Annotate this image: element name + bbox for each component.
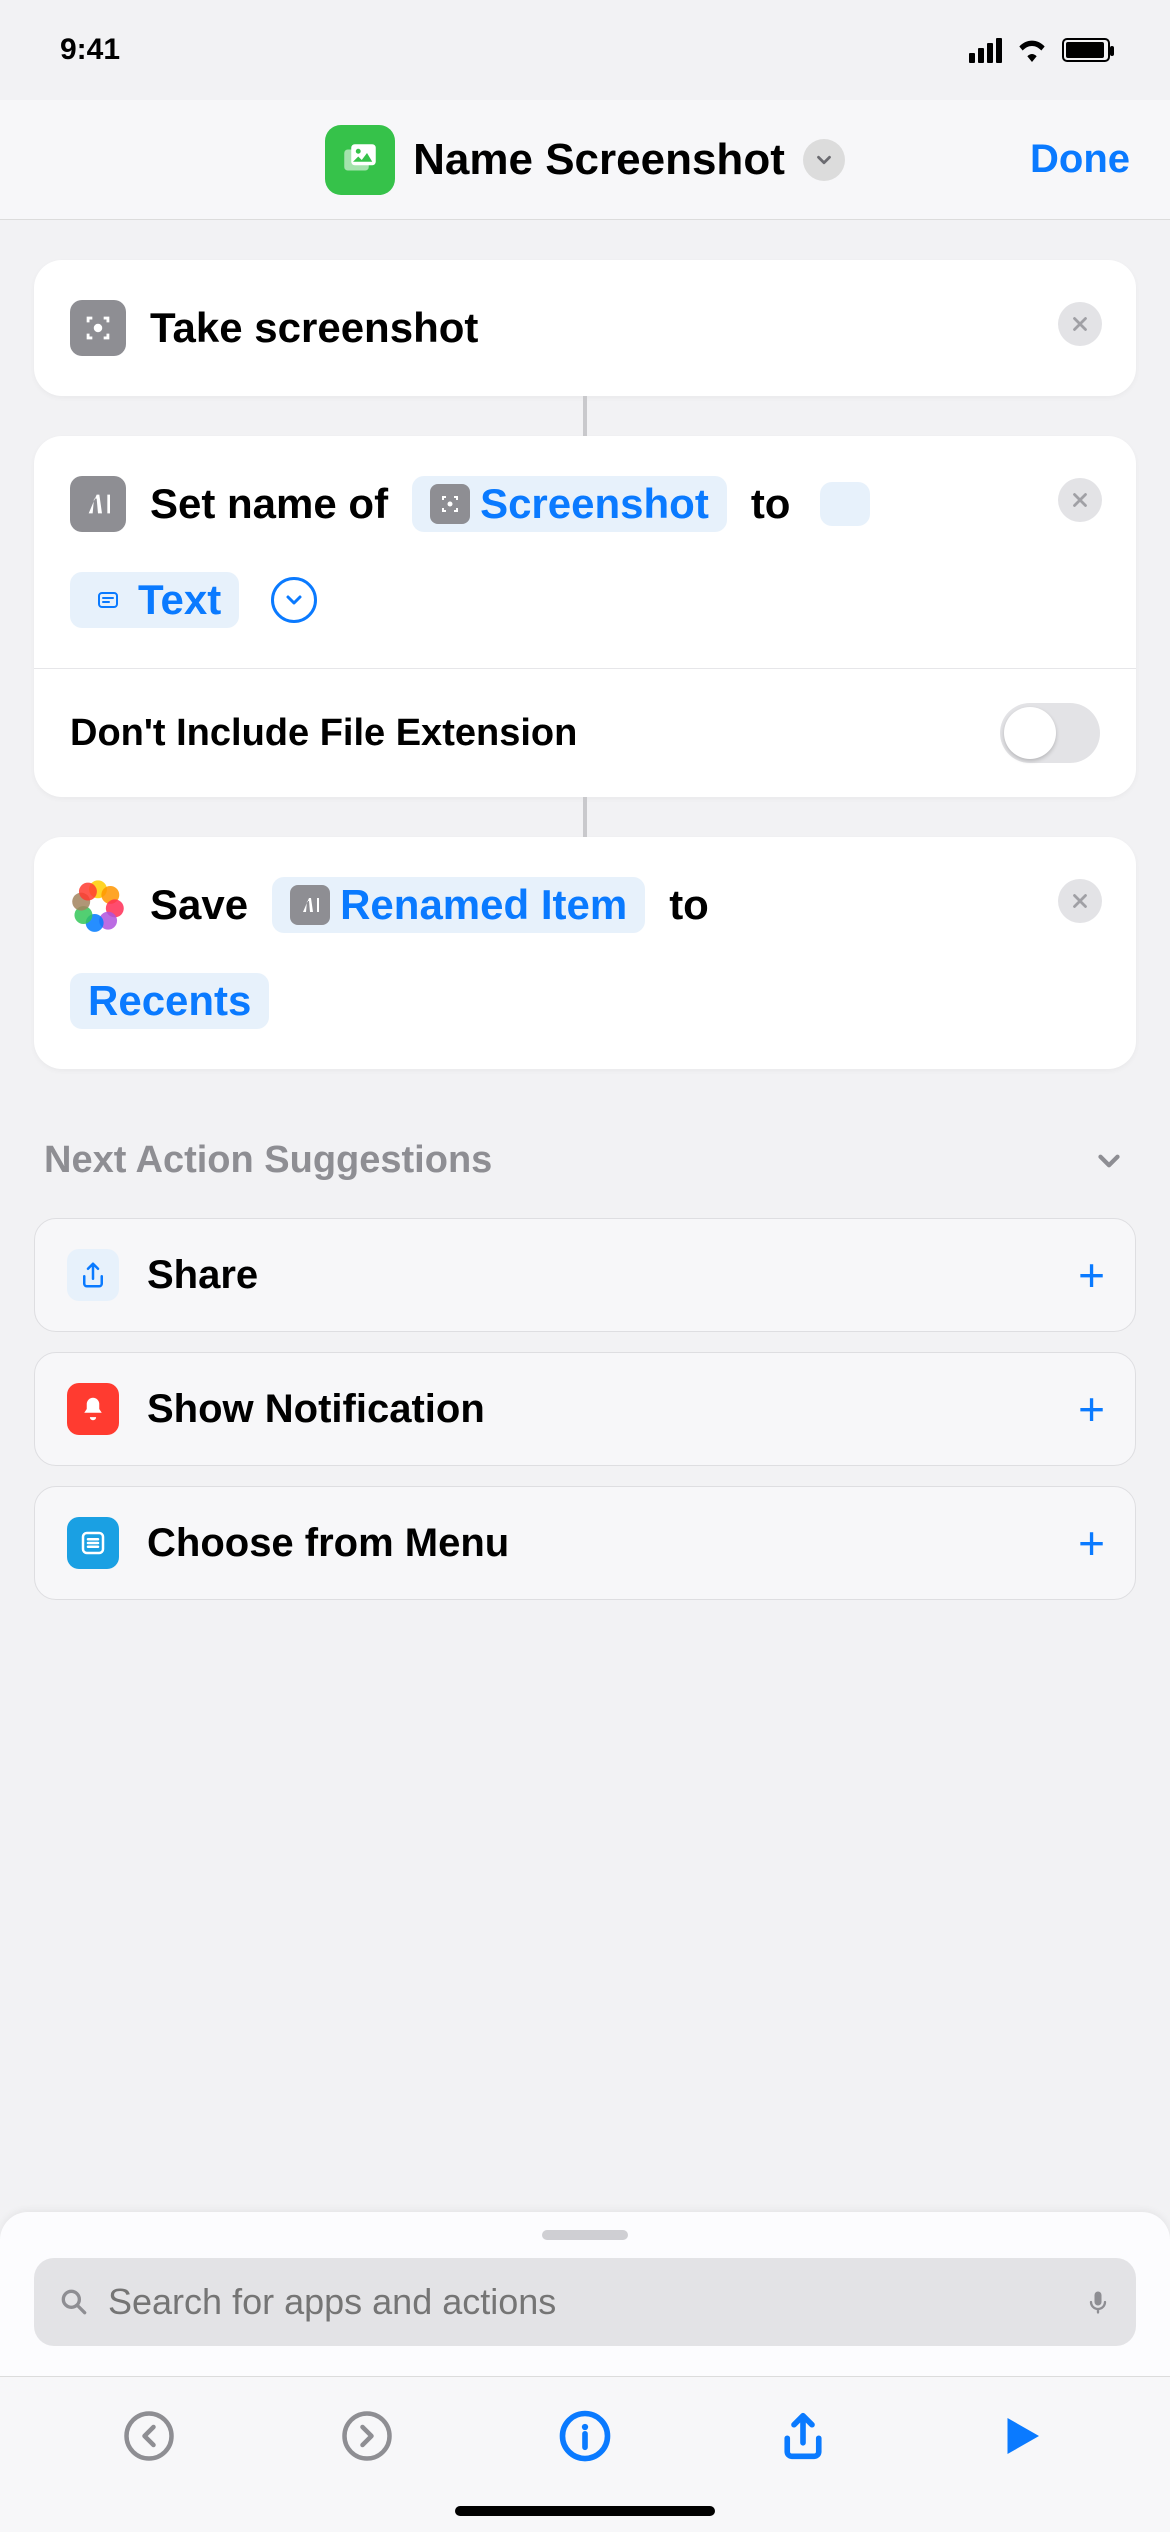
action-save-photo[interactable]: Save Renamed Item to Recents	[34, 837, 1136, 1069]
actions-canvas: Take screenshot Set name of Screenshot t…	[0, 220, 1170, 1600]
expand-options-button[interactable]	[271, 577, 317, 623]
action-connector	[583, 396, 587, 436]
suggestions-header[interactable]: Next Action Suggestions	[34, 1139, 1136, 1198]
status-time: 9:41	[60, 33, 120, 67]
status-bar: 9:41	[0, 0, 1170, 100]
action-take-screenshot[interactable]: Take screenshot	[34, 260, 1136, 396]
extension-toggle[interactable]	[1000, 703, 1100, 763]
action-mid: to	[751, 480, 791, 528]
battery-icon	[1062, 38, 1110, 62]
delete-action-button[interactable]	[1058, 302, 1102, 346]
search-sheet[interactable]	[0, 2212, 1170, 2376]
action-prefix: Save	[150, 881, 248, 929]
action-title: Take screenshot	[150, 304, 478, 352]
info-button[interactable]	[550, 2401, 620, 2471]
name-value-field[interactable]	[820, 482, 870, 526]
variable-screenshot[interactable]: Screenshot	[412, 476, 727, 532]
sheet-grabber[interactable]	[542, 2230, 628, 2240]
rename-var-icon	[290, 885, 330, 925]
suggestion-label: Choose from Menu	[147, 1521, 509, 1566]
search-icon	[58, 2286, 90, 2318]
undo-button[interactable]	[114, 2401, 184, 2471]
album-label: Recents	[88, 977, 251, 1025]
mic-icon[interactable]	[1084, 2284, 1112, 2320]
suggestion-share[interactable]: Share +	[34, 1218, 1136, 1332]
menu-icon	[67, 1517, 119, 1569]
shortcut-title: Name Screenshot	[413, 135, 785, 185]
action-prefix: Set name of	[150, 480, 388, 528]
delete-action-button[interactable]	[1058, 879, 1102, 923]
add-suggestion-button[interactable]: +	[1078, 1382, 1105, 1436]
variable-label: Renamed Item	[340, 881, 627, 929]
screenshot-var-icon	[430, 484, 470, 524]
shortcut-app-icon	[325, 125, 395, 195]
option-dont-include-extension: Don't Include File Extension	[34, 668, 1136, 797]
action-set-name[interactable]: Set name of Screenshot to Text	[34, 436, 1136, 797]
home-indicator	[455, 2506, 715, 2516]
chevron-down-icon	[1092, 1144, 1126, 1178]
header: Name Screenshot Done	[0, 100, 1170, 220]
search-input[interactable]	[108, 2281, 1066, 2323]
add-suggestion-button[interactable]: +	[1078, 1516, 1105, 1570]
delete-action-button[interactable]	[1058, 478, 1102, 522]
run-button[interactable]	[986, 2401, 1056, 2471]
suggestion-label: Share	[147, 1253, 258, 1298]
suggestion-show-notification[interactable]: Show Notification +	[34, 1352, 1136, 1466]
notification-icon	[67, 1383, 119, 1435]
text-var-icon	[88, 580, 128, 620]
search-field[interactable]	[34, 2258, 1136, 2346]
action-connector	[583, 797, 587, 837]
status-indicators	[969, 38, 1110, 63]
option-label: Don't Include File Extension	[70, 712, 577, 755]
bottom-toolbar	[0, 2376, 1170, 2532]
screenshot-icon	[70, 300, 126, 356]
suggestions-title: Next Action Suggestions	[44, 1139, 492, 1182]
wifi-icon	[1016, 38, 1048, 62]
suggestion-choose-from-menu[interactable]: Choose from Menu +	[34, 1486, 1136, 1600]
share-icon	[67, 1249, 119, 1301]
cellular-icon	[969, 38, 1002, 63]
header-title-group[interactable]: Name Screenshot	[325, 125, 845, 195]
redo-button[interactable]	[332, 2401, 402, 2471]
variable-label: Text	[138, 576, 221, 624]
rename-icon	[70, 476, 126, 532]
share-button[interactable]	[768, 2401, 838, 2471]
album-recents[interactable]: Recents	[70, 973, 269, 1029]
variable-text[interactable]: Text	[70, 572, 239, 628]
action-mid: to	[669, 881, 709, 929]
add-suggestion-button[interactable]: +	[1078, 1248, 1105, 1302]
done-button[interactable]: Done	[1030, 137, 1130, 182]
title-disclosure[interactable]	[803, 139, 845, 181]
suggestion-label: Show Notification	[147, 1387, 485, 1432]
variable-renamed-item[interactable]: Renamed Item	[272, 877, 645, 933]
variable-label: Screenshot	[480, 480, 709, 528]
photos-icon	[70, 877, 126, 933]
